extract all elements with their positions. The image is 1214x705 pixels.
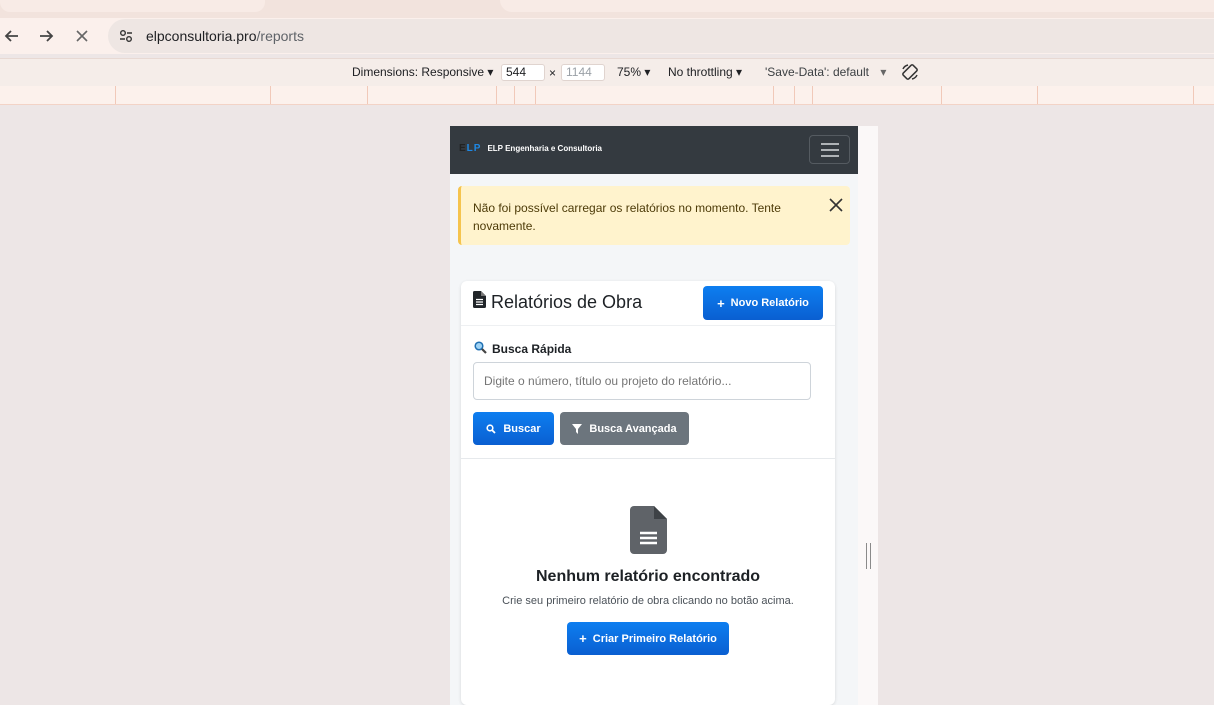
chevron-down-icon: ▾ [880, 65, 887, 79]
create-first-report-label: Criar Primeiro Relatório [592, 632, 717, 645]
search-icon [486, 423, 496, 434]
hamburger-icon-line [820, 142, 839, 145]
quick-search-label: Busca Rápida [474, 341, 571, 357]
viewport-gutter [858, 126, 878, 705]
warning-alert: Não foi possível carregar os relatórios … [458, 186, 850, 245]
device-viewport: ELP ELP Engenharia e Consultoria Não foi… [450, 126, 858, 705]
card-title-text: Relatórios de Obra [491, 291, 643, 312]
browser-tab-active[interactable] [500, 0, 1214, 12]
reports-card: Relatórios de Obra + Novo Relatório Busc… [461, 281, 835, 705]
brand-name: ELP Engenharia e Consultoria [487, 144, 602, 153]
tab-strip [0, 0, 1214, 18]
url-host: elpconsultoria.pro [146, 28, 257, 44]
search-button-label: Buscar [503, 422, 541, 435]
card-header: Relatórios de Obra + Novo Relatório [461, 281, 835, 326]
alert-message: Não foi possível carregar os relatórios … [473, 201, 781, 233]
throttling-label: No throttling [668, 65, 733, 79]
save-data-dropdown[interactable]: 'Save-Data': default ▾ [765, 65, 886, 79]
create-first-report-button[interactable]: + Criar Primeiro Relatório [567, 622, 729, 655]
forward-icon[interactable] [34, 24, 58, 48]
zoom-dropdown[interactable]: 75% ▾ [617, 65, 650, 79]
plus-icon: + [579, 631, 587, 646]
divider [461, 458, 835, 459]
new-report-button[interactable]: + Novo Relatório [703, 286, 823, 320]
hamburger-icon-line [820, 154, 839, 157]
back-icon[interactable] [0, 24, 24, 48]
empty-state-subtitle: Crie seu primeiro relatório de obra clic… [502, 595, 794, 607]
address-bar[interactable]: elpconsultoria.pro/reports [108, 19, 1214, 53]
url-path: /reports [256, 28, 304, 44]
quick-search-text: Busca Rápida [492, 342, 572, 356]
times-sign: × [549, 66, 557, 80]
width-input[interactable]: 544 [501, 64, 545, 81]
brand-logo: ELP [459, 143, 482, 154]
dimensions-dropdown[interactable]: Dimensions: Responsive ▾ [352, 65, 493, 79]
document-icon [473, 291, 486, 313]
search-input[interactable] [473, 362, 811, 400]
chevron-down-icon: ▾ [736, 65, 743, 79]
filter-icon [572, 423, 583, 434]
chevron-down-icon: ▾ [644, 65, 651, 79]
media-query-ruler [0, 86, 1214, 105]
save-data-label: 'Save-Data': default [765, 65, 869, 79]
search-button[interactable]: Buscar [473, 412, 554, 445]
rotate-icon[interactable] [901, 63, 919, 84]
throttling-dropdown[interactable]: No throttling ▾ [668, 65, 742, 79]
advanced-search-button[interactable]: Busca Avançada [560, 412, 689, 445]
close-icon[interactable] [829, 198, 845, 214]
browser-toolbar: elpconsultoria.pro/reports [0, 18, 1214, 54]
url-text[interactable]: elpconsultoria.pro/reports [146, 28, 304, 44]
dimensions-label: Dimensions: Responsive [352, 65, 485, 79]
empty-document-icon [630, 506, 667, 554]
advanced-search-label: Busca Avançada [589, 422, 677, 435]
device-toolbar: Dimensions: Responsive ▾ 544 × 1144 75% … [0, 58, 1214, 86]
browser-tab[interactable] [0, 0, 265, 12]
hamburger-icon-line [820, 148, 839, 151]
resize-handle[interactable] [866, 543, 871, 569]
empty-state-title: Nenhum relatório encontrado [535, 568, 761, 585]
brand[interactable]: ELP ELP Engenharia e Consultoria [459, 143, 602, 154]
chevron-down-icon: ▾ [487, 65, 494, 79]
stop-icon[interactable] [70, 24, 94, 48]
menu-toggle-button[interactable] [809, 135, 850, 164]
plus-icon: + [717, 295, 725, 311]
magnifier-icon [474, 341, 487, 357]
height-input[interactable]: 1144 [561, 64, 605, 81]
app-navbar: ELP ELP Engenharia e Consultoria [450, 126, 858, 174]
page-title: Relatórios de Obra [473, 291, 642, 313]
zoom-label: 75% [617, 65, 642, 79]
new-report-label: Novo Relatório [730, 297, 809, 309]
site-info-icon[interactable] [118, 28, 134, 44]
